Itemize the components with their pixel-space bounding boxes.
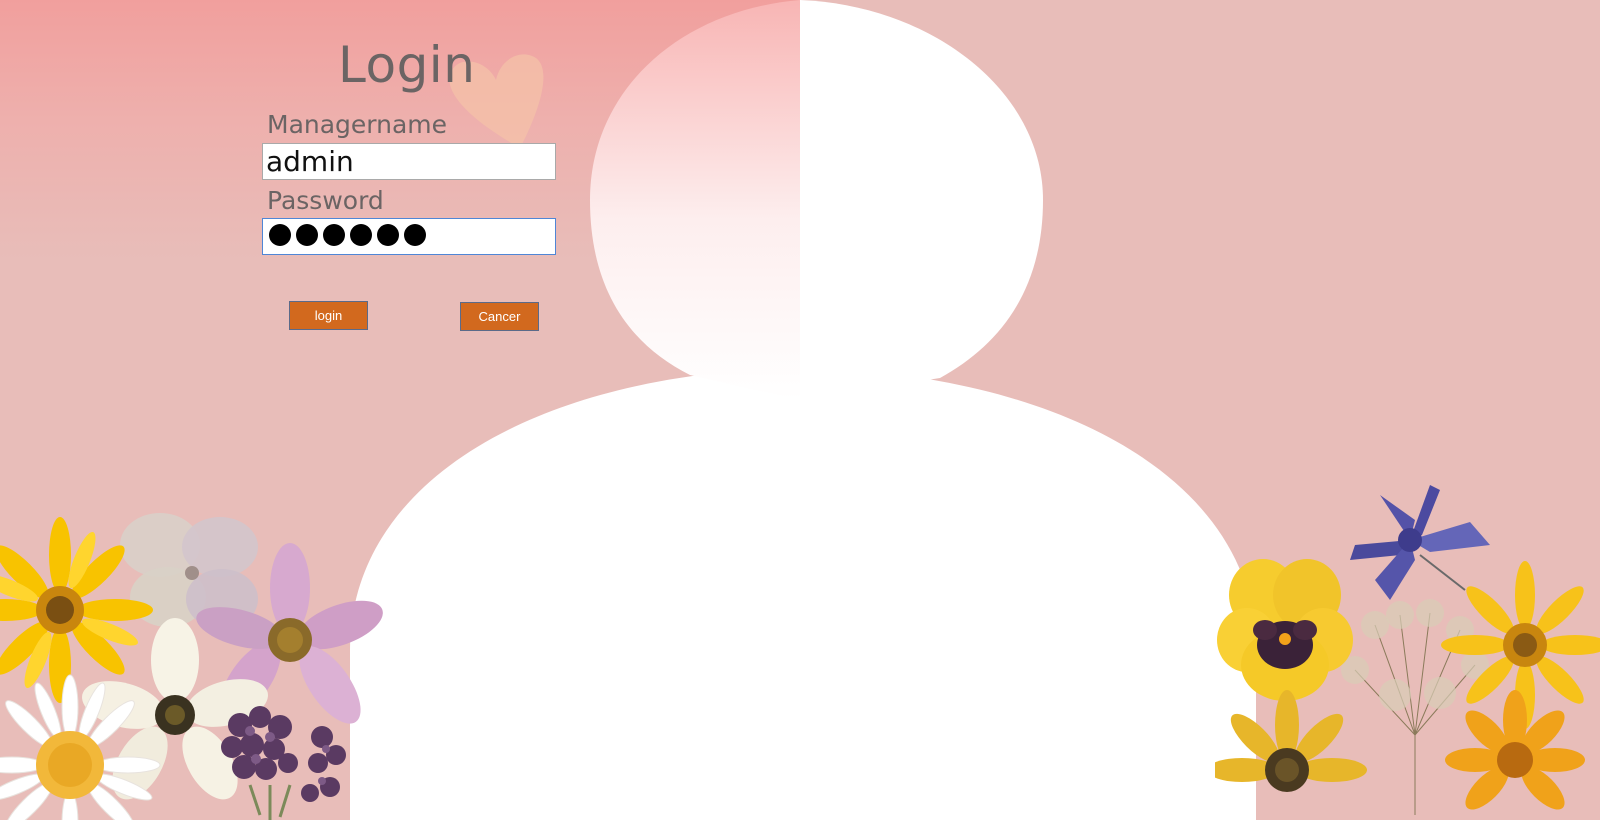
password-dot xyxy=(404,223,426,246)
username-field[interactable]: admin xyxy=(262,143,556,180)
password-field[interactable] xyxy=(262,218,556,255)
password-dot xyxy=(296,223,318,246)
password-dot xyxy=(377,223,399,246)
cancel-button[interactable]: Cancer xyxy=(460,302,539,331)
flowers-right-decoration xyxy=(1215,485,1600,815)
username-value: admin xyxy=(266,145,354,178)
username-label: Managername xyxy=(267,110,448,139)
password-mask xyxy=(266,223,428,250)
password-dot xyxy=(269,223,291,246)
page-title: Login xyxy=(338,36,476,94)
password-label: Password xyxy=(267,186,384,215)
flowers-left-decoration xyxy=(0,513,383,820)
silhouette-head-right xyxy=(800,0,1043,400)
silhouette-body xyxy=(350,368,1256,820)
password-dot xyxy=(350,223,372,246)
silhouette-head-left xyxy=(590,0,800,400)
login-button[interactable]: login xyxy=(289,301,368,330)
password-dot xyxy=(323,223,345,246)
